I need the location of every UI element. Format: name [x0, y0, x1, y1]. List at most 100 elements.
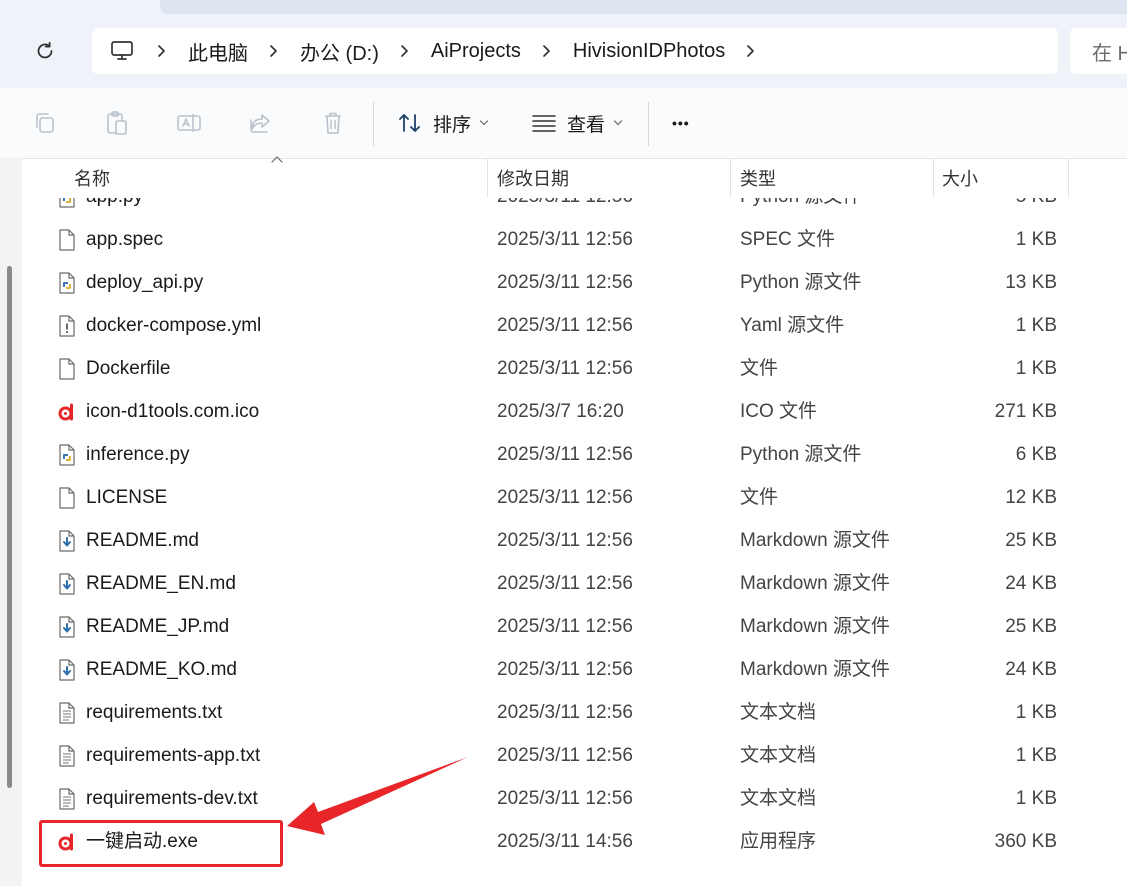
file-name: README.md	[86, 530, 199, 551]
view-label: 查看	[567, 114, 606, 136]
file-size: 25 KB	[1005, 616, 1057, 637]
file-size: 13 KB	[1005, 272, 1057, 293]
file-size: 271 KB	[994, 401, 1057, 422]
file-row[interactable]: LICENSE 2025/3/11 12:56 文件 12 KB	[22, 476, 1127, 519]
file-name: app.py	[86, 198, 143, 218]
file-row[interactable]: app.spec 2025/3/11 12:56 SPEC 文件 1 KB	[22, 218, 1127, 261]
tab-strip	[160, 0, 1127, 14]
column-header-name[interactable]: 名称	[74, 158, 110, 198]
trash-icon	[325, 112, 341, 134]
file-modified-date: 2025/3/11 12:56	[497, 315, 633, 336]
column-header-type[interactable]: 类型	[740, 158, 776, 198]
file-size: 24 KB	[1005, 573, 1057, 594]
scrollbar-thumb[interactable]	[7, 266, 12, 788]
file-row[interactable]: docker-compose.yml 2025/3/11 12:56 Yaml 源文…	[22, 304, 1127, 347]
file-modified-date: 2025/3/11 12:56	[497, 702, 633, 723]
file-row[interactable]: Dockerfile 2025/3/11 12:56 文件 1 KB	[22, 347, 1127, 390]
file-modified-date: 2025/3/11 12:56	[497, 229, 633, 250]
file-row[interactable]: inference.py 2025/3/11 12:56 Python 源文件 6 K…	[22, 433, 1127, 476]
file-modified-date: 2025/3/11 12:56	[497, 444, 633, 465]
file-row[interactable]: README_JP.md 2025/3/11 12:56 Markdown 源文件 2…	[22, 605, 1127, 648]
copy-button[interactable]	[30, 108, 60, 138]
python-file-icon	[57, 198, 77, 208]
chevron-right-icon[interactable]	[739, 44, 763, 58]
file-modified-date: 2025/3/11 12:56	[497, 530, 633, 551]
file-type: Python 源文件	[740, 198, 861, 218]
file-list: app.py2025/3/11 12:56Python 源文件5 KB app.s…	[22, 198, 1127, 886]
column-divider[interactable]	[730, 158, 731, 198]
file-size: 1 KB	[1015, 702, 1057, 723]
sort-icon	[399, 114, 420, 132]
file-type: Markdown 源文件	[740, 573, 890, 594]
file-size: 360 KB	[994, 831, 1057, 852]
chevron-right-icon[interactable]	[535, 44, 559, 58]
file-row[interactable]: README_EN.md 2025/3/11 12:56 Markdown 源文件 2…	[22, 562, 1127, 605]
file-type: Python 源文件	[740, 444, 862, 465]
file-modified-date: 2025/3/11 12:56	[497, 358, 633, 379]
file-name: docker-compose.yml	[86, 315, 262, 336]
file-row[interactable]: requirements.txt 2025/3/11 12:56 文本文档 1 KB	[22, 691, 1127, 734]
text-file-icon	[57, 702, 77, 724]
refresh-icon	[37, 41, 53, 59]
file-type: Markdown 源文件	[740, 659, 890, 680]
file-row[interactable]: icon-d1tools.com.ico 2025/3/7 16:20 ICO 文件…	[22, 390, 1127, 433]
toolbar-divider	[373, 102, 374, 146]
sort-button[interactable]: 排序	[397, 106, 489, 140]
d1tools-red-icon	[57, 401, 77, 423]
paste-button[interactable]	[102, 108, 132, 138]
file-type: 应用程序	[740, 831, 817, 852]
navigation-bar: 此电脑 办公 (D:) AiProjects HivisionIDPhotos …	[0, 0, 1127, 88]
refresh-button[interactable]	[30, 36, 60, 66]
text-file-icon	[57, 745, 77, 767]
chevron-right-icon[interactable]	[150, 44, 174, 58]
file-name: app.spec	[86, 229, 164, 250]
address-bar[interactable]: 此电脑 办公 (D:) AiProjects HivisionIDPhotos	[92, 28, 1058, 74]
file-size: 6 KB	[1015, 444, 1057, 465]
share-button[interactable]	[246, 108, 276, 138]
file-row[interactable]: requirements-app.txt 2025/3/11 12:56 文本文档 1…	[22, 734, 1127, 777]
file-name: deploy_api.py	[86, 272, 204, 293]
column-divider[interactable]	[1068, 158, 1069, 198]
breadcrumb-hivisionidphotos[interactable]: HivisionIDPhotos	[573, 40, 725, 63]
column-header-size[interactable]: 大小	[942, 158, 978, 198]
column-header-modified[interactable]: 修改日期	[497, 158, 569, 198]
view-button[interactable]: 查看	[531, 106, 623, 140]
breadcrumb-drive-d[interactable]: 办公 (D:)	[300, 37, 379, 66]
python-file-icon	[57, 444, 77, 466]
file-name: requirements-app.txt	[86, 745, 261, 766]
markdown-file-icon	[57, 659, 77, 681]
file-type: ICO 文件	[740, 401, 818, 422]
command-toolbar: 排序 查看 •••	[0, 88, 1127, 159]
file-size: 12 KB	[1005, 487, 1057, 508]
rename-button[interactable]	[174, 108, 204, 138]
column-divider[interactable]	[487, 158, 488, 198]
column-header: 名称 修改日期 类型 大小	[22, 158, 1127, 198]
file-name: LICENSE	[86, 487, 168, 508]
chevron-right-icon[interactable]	[393, 44, 417, 58]
file-row[interactable]: README_KO.md 2025/3/11 12:56 Markdown 源文件 2…	[22, 648, 1127, 691]
file-row[interactable]: deploy_api.py 2025/3/11 12:56 Python 源文件 13…	[22, 261, 1127, 304]
delete-button[interactable]	[318, 108, 348, 138]
file-name: inference.py	[86, 444, 190, 465]
breadcrumb-aiprojects[interactable]: AiProjects	[431, 40, 521, 63]
file-row[interactable]: requirements-dev.txt 2025/3/11 12:56 文本文档 1…	[22, 777, 1127, 820]
markdown-file-icon	[57, 530, 77, 552]
more-options-button[interactable]: •••	[672, 106, 690, 140]
yaml-file-icon	[57, 315, 77, 337]
markdown-file-icon	[57, 573, 77, 595]
python-file-icon	[57, 272, 77, 294]
breadcrumb-this-pc[interactable]: 此电脑	[188, 37, 248, 66]
file-type: 文本文档	[740, 745, 817, 766]
chevron-down-icon	[479, 119, 489, 127]
search-input[interactable]: 在 H	[1070, 28, 1127, 74]
column-divider[interactable]	[933, 158, 934, 198]
file-modified-date: 2025/3/11 12:56	[497, 788, 633, 809]
file-row[interactable]: app.py 2025/3/11 12:56 Python 源文件 5 KB	[22, 198, 1127, 218]
chevron-right-icon[interactable]	[262, 44, 286, 58]
file-modified-date: 2025/3/11 14:56	[497, 831, 633, 852]
file-type: 文本文档	[740, 702, 817, 723]
file-row[interactable]: README.md 2025/3/11 12:56 Markdown 源文件 25 K…	[22, 519, 1127, 562]
file-modified-date: 2025/3/11 12:56	[497, 573, 633, 594]
file-type: Markdown 源文件	[740, 616, 890, 637]
file-modified-date: 2025/3/11 12:56	[497, 487, 633, 508]
